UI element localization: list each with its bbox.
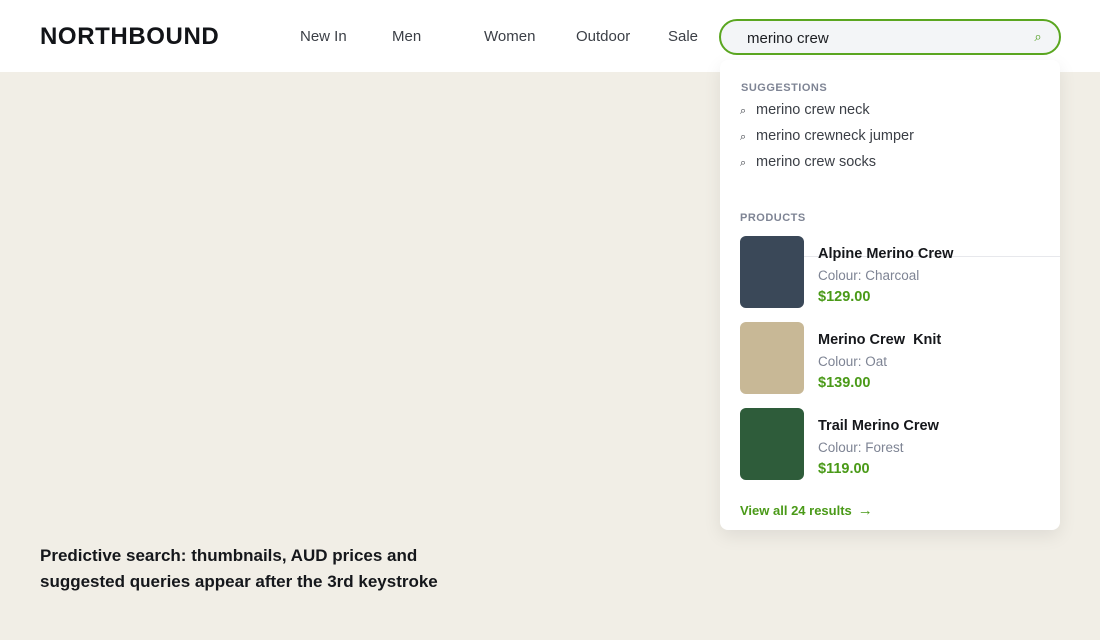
nav-item-outdoor[interactable]: Outdoor — [576, 28, 630, 45]
product-price: $119.00 — [818, 461, 870, 477]
nav-item-sale[interactable]: Sale — [668, 28, 698, 45]
product-thumbnail — [740, 322, 804, 394]
search-icon: ⌕ — [740, 131, 747, 143]
products-heading: PRODUCTS — [740, 212, 806, 224]
suggestions-heading: SUGGESTIONS — [741, 82, 828, 94]
product-name: Merino Crew Knit — [818, 332, 942, 348]
nav-item-new-in[interactable]: New In — [300, 28, 347, 45]
product-name: Trail Merino Crew — [818, 418, 939, 434]
product-colour: Colour: Charcoal — [818, 268, 920, 283]
product-price: $139.00 — [818, 375, 871, 391]
view-all-results-link[interactable]: View all 24 results → — [740, 502, 873, 519]
search-box: ⌕ — [719, 19, 1061, 55]
search-icon[interactable]: ⌕ — [1030, 29, 1046, 45]
search-suggestions-dropdown: SUGGESTIONS ⌕ merino crew neck ⌕ merino … — [720, 60, 1060, 530]
brand-logo[interactable]: NORTHBOUND — [40, 23, 219, 51]
suggestion-item[interactable]: ⌕ merino crew socks — [740, 154, 1030, 174]
nav-item-men[interactable]: Men — [392, 28, 421, 45]
product-result[interactable]: Trail Merino Crew Colour: Forest $119.00 — [740, 408, 1040, 480]
caption-text: Predictive search: thumbnails, AUD price… — [40, 546, 438, 591]
view-all-label: View all 24 results — [740, 503, 852, 518]
product-result[interactable]: Merino Crew Knit Colour: Oat $139.00 — [740, 322, 1040, 394]
suggestion-text: merino crewneck jumper — [756, 128, 914, 144]
product-colour: Colour: Oat — [818, 354, 888, 369]
suggestion-item[interactable]: ⌕ merino crewneck jumper — [740, 128, 1030, 148]
suggestion-item[interactable]: ⌕ merino crew neck — [740, 102, 1030, 122]
suggestion-text: merino crew neck — [756, 102, 870, 118]
product-thumbnail — [740, 236, 804, 308]
product-result[interactable]: Alpine Merino Crew Colour: Charcoal $129… — [740, 236, 1040, 308]
search-icon: ⌕ — [740, 105, 747, 117]
arrow-right-icon: → — [857, 502, 873, 519]
product-name: Alpine Merino Crew — [818, 246, 954, 262]
product-colour: Colour: Forest — [818, 440, 904, 455]
product-thumbnail — [740, 408, 804, 480]
product-price: $129.00 — [818, 289, 871, 305]
search-input[interactable] — [747, 29, 1027, 47]
search-icon: ⌕ — [740, 157, 747, 169]
nav-item-women[interactable]: Women — [484, 28, 535, 45]
suggestion-text: merino crew socks — [756, 154, 877, 170]
